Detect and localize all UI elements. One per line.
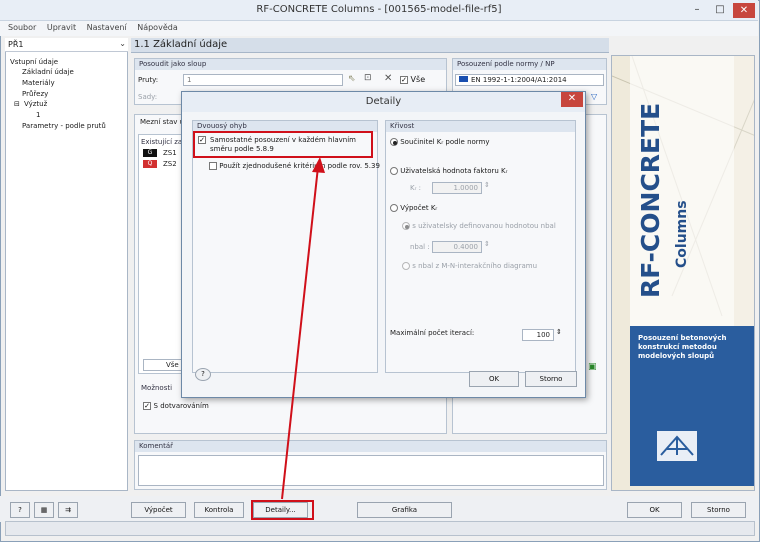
norm-select-value: EN 1992-1-1:2004/A1:2014 [471, 76, 567, 84]
radio-nbal-uzivatel-label: s uživatelsky definovanou hodnotou nbal [412, 222, 556, 230]
menu-napoveda[interactable]: Nápověda [137, 23, 178, 32]
tree-item-parametry[interactable]: Parametry - podle prutů [22, 122, 106, 130]
chevron-down-icon: ⌄ [119, 39, 126, 48]
dialog-help-icon[interactable]: ? [195, 368, 211, 381]
radio-kr-vypocet[interactable]: Výpočet Kᵣ [390, 204, 437, 212]
tree-item-prurezy[interactable]: Průřezy [22, 90, 48, 98]
filter-icon[interactable]: ▽ [591, 92, 601, 102]
tree-item-vstupni[interactable]: Vstupní údaje [10, 58, 58, 66]
product-banner: RF-CONCRETE Columns Posouzení betonových… [611, 55, 755, 491]
tree-item-materialy[interactable]: Materiály [22, 79, 55, 87]
case-combo-value: PŘ1 [8, 40, 24, 49]
radio-kr-norma-label: Součinitel Kᵣ podle normy [400, 138, 490, 146]
g-badge: G [143, 149, 157, 157]
radio-kr-vypocet-label: Výpočet Kᵣ [400, 204, 438, 212]
vse-label: Vše [410, 75, 426, 84]
norm-group-title: Posouzení podle normy / NP [453, 59, 606, 70]
menu-soubor[interactable]: Soubor [8, 23, 36, 32]
close-window-button[interactable]: ✕ [733, 3, 755, 18]
page-title: 1.1 Základní údaje [134, 39, 228, 50]
tree-expander-icon[interactable]: ⊟ [14, 100, 20, 108]
zs1-item[interactable]: ZS1 [163, 149, 177, 157]
pruty-label: Pruty: [138, 76, 159, 84]
zjednodusene-label: Použít zjednodušené kritérium podle rov.… [219, 162, 380, 170]
minimize-button[interactable]: – [685, 2, 709, 18]
radio-kr-uzivatel-label: Uživatelská hodnota faktoru Kᵣ [400, 167, 508, 175]
highlight-box-checkbox [193, 131, 373, 158]
dotvarovani-label: S dotvarováním [153, 402, 209, 410]
radio-nbal-uzivatel[interactable]: s uživatelsky definovanou hodnotou nbal [402, 222, 556, 230]
menu-nastaveni[interactable]: Nastavení [87, 23, 127, 32]
tree-item-vyztuz[interactable]: Výztuž [24, 100, 47, 108]
kr-spinner-icon[interactable]: ⇕ [484, 181, 490, 189]
case-combo[interactable]: PŘ1 ⌄ [5, 38, 128, 52]
radio-nbal-diagram[interactable]: s nbal z M-N-interakčního diagramu [402, 262, 537, 270]
highlight-box-detaily [251, 500, 314, 520]
radio-kr-uzivatel[interactable]: Uživatelská hodnota faktoru Kᵣ [390, 167, 507, 175]
iterace-spinner-icon[interactable]: ⇕ [556, 328, 562, 336]
vse-filter-box[interactable]: Vše [143, 359, 183, 371]
grafika-button[interactable]: Grafika [357, 502, 452, 518]
dialog-title: Detaily [365, 96, 402, 107]
maximize-button[interactable]: □ [708, 2, 732, 18]
vse2-label: Vše [166, 361, 179, 369]
pruty-input[interactable]: 1 [183, 74, 343, 86]
radio-kr-norma[interactable]: Součinitel Kᵣ podle normy [390, 138, 490, 146]
pick-icon[interactable]: ⊡ [364, 73, 372, 83]
norm-select[interactable]: EN 1992-1-1:2004/A1:2014 [455, 74, 604, 86]
q-badge: Q [143, 160, 157, 168]
banner-graphic [612, 56, 754, 490]
banner-desc: Posouzení betonových konstrukcí metodou … [638, 334, 727, 360]
komentar-input[interactable] [138, 455, 604, 486]
kr-input[interactable]: 1.0000 [432, 182, 482, 194]
page-header: 1.1 Základní údaje [131, 38, 609, 53]
window-title: RF-CONCRETE Columns - [001565-model-file… [256, 4, 502, 15]
posoudit-group-title: Posoudit jako sloup [135, 59, 446, 70]
vse-checkbox[interactable]: ✓ Vše [400, 75, 425, 84]
menu-upravit[interactable]: Upravit [47, 23, 76, 32]
radio-nbal-diagram-label: s nbal z M-N-interakčního diagramu [412, 262, 538, 270]
kr-label: Kᵣ : [410, 184, 421, 192]
dotvarovani-checkbox[interactable]: ✓ S dotvarováním [143, 401, 209, 410]
dialog-storno-button[interactable]: Storno [525, 371, 577, 387]
tree-item-zakladni[interactable]: Základní údaje [22, 68, 74, 76]
vypocet-button[interactable]: Výpočet [131, 502, 186, 518]
krivost-title: Křivost [386, 121, 575, 132]
nbal-label: nbal : [410, 243, 430, 251]
sady-label: Sady: [138, 93, 158, 101]
nbal-spinner-icon[interactable]: ⇕ [484, 240, 490, 248]
dialog-close-button[interactable]: ✕ [561, 92, 583, 107]
export-icon[interactable]: ▣ [588, 362, 597, 372]
iterace-label: Maximální počet iterací: [390, 329, 475, 337]
dialog-ok-button[interactable]: OK [469, 371, 519, 387]
clear-icon[interactable]: ✕ [384, 73, 392, 84]
kontrola-button[interactable]: Kontrola [194, 502, 244, 518]
eu-flag-icon [459, 76, 468, 82]
tree-item-1[interactable]: 1 [36, 111, 40, 119]
status-bar [5, 521, 755, 536]
menu-bar: Soubor Upravit Nastavení Nápověda [0, 21, 758, 36]
ok-button[interactable]: OK [627, 502, 682, 518]
help-icon[interactable]: ? [10, 502, 30, 518]
table-icon[interactable]: ▦ [34, 502, 54, 518]
existujici-label: Existující za [141, 138, 183, 146]
export-data-icon[interactable]: ⇉ [58, 502, 78, 518]
iterace-input[interactable]: 100 [522, 329, 554, 341]
zs2-item[interactable]: ZS2 [163, 160, 177, 168]
nbal-input[interactable]: 0.4000 [432, 241, 482, 253]
title-bar: RF-CONCRETE Columns - [001565-model-file… [0, 0, 758, 21]
komentar-title: Komentář [135, 441, 606, 452]
zjednodusene-checkbox[interactable]: Použít zjednodušené kritérium podle rov.… [209, 162, 380, 170]
storno-button[interactable]: Storno [691, 502, 746, 518]
moznosti-label: Možnosti [141, 384, 173, 392]
tab-mezni-stav[interactable]: Mezní stav ú [140, 118, 184, 126]
dialog-title-bar: Detaily ✕ [182, 92, 585, 112]
banner-brand: RF-CONCRETE [636, 102, 665, 298]
banner-sub: Columns [674, 200, 690, 268]
select-icon[interactable]: ⇖ [348, 74, 356, 84]
